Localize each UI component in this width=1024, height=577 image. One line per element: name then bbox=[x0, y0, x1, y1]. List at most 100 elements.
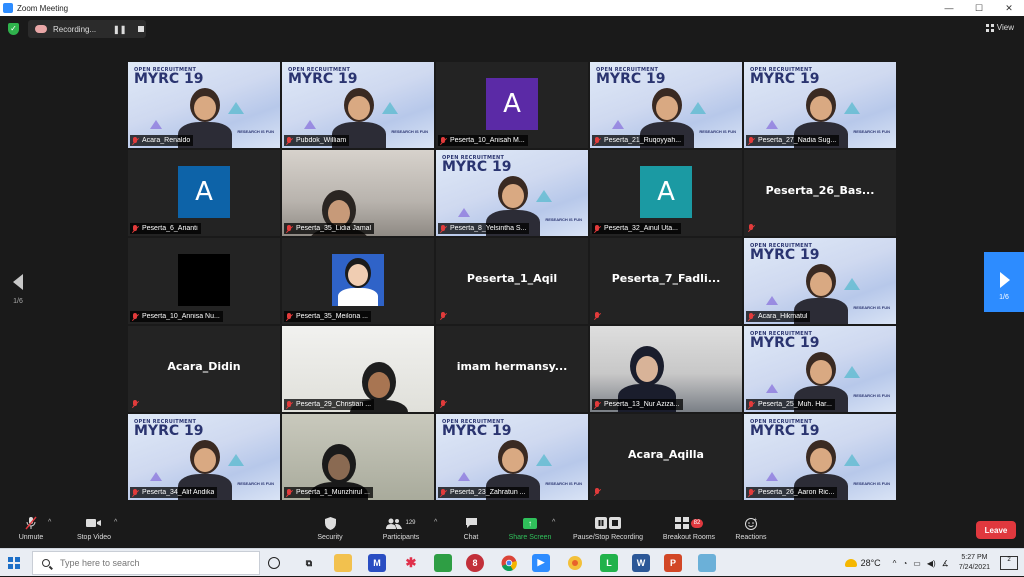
video-off-tile-bg: Acara_Didin bbox=[128, 326, 280, 412]
red-app-icon[interactable]: 8 bbox=[466, 554, 484, 572]
weather-widget[interactable]: 28°C bbox=[844, 558, 881, 568]
participant-display-name: Acara_Didin bbox=[167, 360, 241, 373]
unmute-button[interactable]: Unmute bbox=[14, 516, 48, 541]
participant-tile[interactable]: OPEN RECRUITMENT MYRC 19 RESEARCH IS FUN Pe… bbox=[436, 414, 588, 500]
participant-tile[interactable]: OPEN RECRUITMENT MYRC 19 RESEARCH IS FUN Ac… bbox=[128, 62, 280, 148]
pinwheel-app-icon[interactable]: ✱ bbox=[402, 554, 420, 572]
stop-video-label: Stop Video bbox=[76, 534, 112, 541]
notes-app-icon[interactable] bbox=[698, 554, 716, 572]
banner-big-text: MYRC 19 bbox=[750, 423, 820, 439]
maximize-button[interactable]: ☐ bbox=[964, 0, 994, 16]
taskbar-search-input[interactable] bbox=[60, 558, 240, 568]
word-icon[interactable]: W bbox=[632, 554, 650, 572]
participant-tile[interactable]: OPEN RECRUITMENT MYRC 19 RESEARCH IS FUN Pe… bbox=[590, 62, 742, 148]
participant-tile[interactable]: A Peserta_32_Ainul Uta... bbox=[590, 150, 742, 236]
previous-page-button[interactable]: 1/6 bbox=[8, 270, 28, 310]
page-indicator-right: 1/6 bbox=[999, 294, 1009, 301]
battery-icon[interactable]: ▭ bbox=[913, 559, 921, 568]
chrome-icon[interactable] bbox=[500, 554, 518, 572]
participant-tile[interactable]: Peserta_13_Nur Aziza... bbox=[590, 326, 742, 412]
zoom-app-icon bbox=[3, 3, 13, 13]
reactions-button[interactable]: + Reactions bbox=[732, 516, 770, 542]
page-indicator-left: 1/6 bbox=[13, 298, 23, 305]
participant-tile[interactable]: A Peserta_6_Arianti bbox=[128, 150, 280, 236]
participant-tile[interactable]: Peserta_35_Lidia Jamal bbox=[282, 150, 434, 236]
volume-icon[interactable]: ◀) bbox=[927, 559, 936, 568]
video-camera-icon bbox=[72, 516, 116, 530]
participant-face bbox=[328, 454, 350, 480]
participant-tile[interactable]: Peserta_29_Christian ... bbox=[282, 326, 434, 412]
audio-options-caret-icon[interactable]: ^ bbox=[48, 519, 51, 526]
banner-big-text: MYRC 19 bbox=[442, 423, 512, 439]
avatar: A bbox=[178, 166, 230, 218]
network-icon[interactable]: ◔ bbox=[902, 559, 907, 568]
participant-tile[interactable]: Peserta_1_Munzhirul ... bbox=[282, 414, 434, 500]
language-icon[interactable]: ∡ bbox=[942, 559, 949, 568]
arrow-left-icon bbox=[13, 274, 23, 290]
participant-tile[interactable]: A Peserta_10_Anisah M... bbox=[436, 62, 588, 148]
banner-big-text: MYRC 19 bbox=[596, 71, 666, 87]
participants-button[interactable]: 129 Participants bbox=[376, 516, 426, 541]
chat-button[interactable]: Chat bbox=[458, 516, 484, 541]
banner-title: OPEN RECRUITMENT MYRC 19 bbox=[288, 67, 357, 86]
video-off-tile-bg: Peserta_26_Bas... bbox=[744, 150, 896, 236]
participant-tile[interactable]: Acara_Didin bbox=[128, 326, 280, 412]
participant-tile[interactable]: OPEN RECRUITMENT MYRC 19 RESEARCH IS FUN Pu… bbox=[282, 62, 434, 148]
participant-tile[interactable]: Peserta_1_Aqil bbox=[436, 238, 588, 324]
stop-video-button[interactable]: Stop Video bbox=[72, 516, 116, 541]
participant-face bbox=[810, 448, 832, 472]
banner-big-text: MYRC 19 bbox=[750, 335, 820, 351]
participant-display-name: imam hermansy... bbox=[456, 360, 568, 373]
taskbar-clock[interactable]: 5:27 PM 7/24/2021 bbox=[959, 553, 990, 573]
banner-title: OPEN RECRUITMENT MYRC 19 bbox=[442, 155, 511, 174]
powerpoint-icon[interactable]: P bbox=[664, 554, 682, 572]
participant-tile[interactable]: OPEN RECRUITMENT MYRC 19 RESEARCH IS FUN Pe… bbox=[744, 414, 896, 500]
participants-caret-icon[interactable]: ^ bbox=[434, 519, 437, 526]
leave-button[interactable]: Leave bbox=[976, 521, 1016, 539]
banner-tag: RESEARCH IS FUN bbox=[853, 305, 890, 310]
participant-tile[interactable]: OPEN RECRUITMENT MYRC 19 RESEARCH IS FUN Pe… bbox=[128, 414, 280, 500]
editor-app-icon[interactable]: M bbox=[368, 554, 386, 572]
participant-tile[interactable]: Peserta_7_Fadli... bbox=[590, 238, 742, 324]
video-off-tile-bg: Peserta_1_Aqil bbox=[436, 238, 588, 324]
video-options-caret-icon[interactable]: ^ bbox=[114, 519, 117, 526]
close-button[interactable]: ✕ bbox=[994, 0, 1024, 16]
task-view-icon[interactable]: ⧉ bbox=[300, 554, 318, 572]
muted-mic-icon bbox=[594, 488, 600, 496]
security-button[interactable]: Security bbox=[312, 516, 348, 541]
photos-app-icon[interactable] bbox=[566, 554, 584, 572]
encryption-shield-icon[interactable]: ✓ bbox=[8, 23, 19, 35]
participant-tile[interactable]: Acara_Aqilla bbox=[590, 414, 742, 500]
participant-tile[interactable]: Peserta_35_Meilona ... bbox=[282, 238, 434, 324]
breakout-rooms-button[interactable]: 82 Breakout Rooms bbox=[658, 516, 720, 541]
participant-tile[interactable]: OPEN RECRUITMENT MYRC 19 RESEARCH IS FUN Pe… bbox=[744, 326, 896, 412]
stop-recording-icon[interactable] bbox=[138, 26, 145, 32]
participant-tile[interactable]: imam hermansy... bbox=[436, 326, 588, 412]
pause-recording-icon[interactable]: ❚❚ bbox=[113, 25, 126, 34]
file-explorer-icon[interactable] bbox=[334, 554, 352, 572]
banner-big-text: MYRC 19 bbox=[750, 71, 820, 87]
share-screen-button[interactable]: ↑ Share Screen bbox=[506, 516, 554, 541]
notification-center-icon[interactable]: 2 bbox=[1000, 556, 1018, 570]
participant-tile[interactable]: Peserta_26_Bas... bbox=[744, 150, 896, 236]
windows-start-icon[interactable] bbox=[8, 557, 20, 569]
participant-nametag: Peserta_25_Muh. Har... bbox=[746, 399, 835, 410]
participant-name: Peserta_23_Zahratun ... bbox=[450, 489, 526, 496]
share-options-caret-icon[interactable]: ^ bbox=[552, 519, 555, 526]
taskbar-search[interactable] bbox=[32, 551, 260, 575]
next-page-button[interactable]: 1/6 bbox=[984, 252, 1024, 312]
tray-chevron-icon[interactable]: ^ bbox=[893, 559, 897, 568]
pause-stop-recording-button[interactable]: Pause/Stop Recording bbox=[568, 516, 648, 541]
windows-taskbar: ⧉ M ✱ 8 ▶ L W P 28°C ^ ◔ ▭ ◀) ∡ 5:27 PM … bbox=[0, 548, 1024, 576]
line-app-icon[interactable]: L bbox=[600, 554, 618, 572]
participant-tile[interactable]: OPEN RECRUITMENT MYRC 19 RESEARCH IS FUN Ac… bbox=[744, 238, 896, 324]
cortana-icon[interactable] bbox=[268, 557, 280, 569]
view-button[interactable]: View bbox=[985, 23, 1014, 32]
participant-tile[interactable]: OPEN RECRUITMENT MYRC 19 RESEARCH IS FUN Pe… bbox=[744, 62, 896, 148]
minimize-button[interactable]: — bbox=[934, 0, 964, 16]
participant-tile[interactable]: OPEN RECRUITMENT MYRC 19 RESEARCH IS FUN Pe… bbox=[436, 150, 588, 236]
green-app-icon[interactable] bbox=[434, 554, 452, 572]
zoom-taskbar-icon[interactable]: ▶ bbox=[532, 554, 550, 572]
decor-triangle bbox=[844, 102, 860, 114]
participant-tile[interactable]: Peserta_10_Annisa Nu... bbox=[128, 238, 280, 324]
